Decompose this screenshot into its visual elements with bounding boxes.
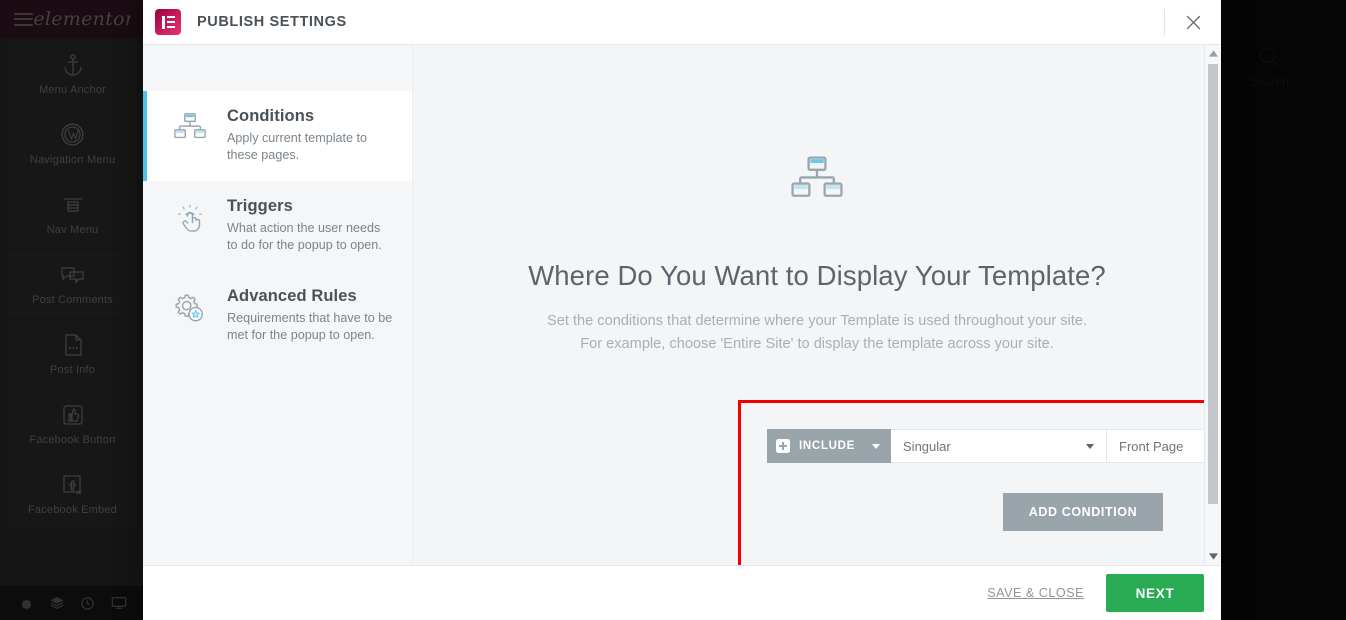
tab-description: Requirements that have to be met for the… (227, 311, 393, 343)
sitemap-icon (169, 107, 211, 163)
tab-conditions[interactable]: Conditions Apply current template to the… (143, 91, 412, 182)
scroll-down-arrow-icon[interactable] (1205, 548, 1221, 565)
tab-description: What action the user needs to do for the… (227, 221, 382, 252)
modal-header-right (1164, 0, 1221, 44)
save-and-close-button[interactable]: SAVE & CLOSE (987, 586, 1084, 600)
tab-title: Advanced Rules (227, 287, 357, 306)
scrollbar-thumb[interactable] (1208, 64, 1218, 504)
tab-title: Triggers (227, 197, 293, 216)
hero-subtitle: Set the conditions that determine where … (413, 310, 1221, 357)
click-hand-icon (169, 197, 211, 253)
add-condition-wrap: ADD CONDITION (741, 493, 1221, 531)
tab-triggers[interactable]: Triggers What action the user needs to d… (143, 181, 412, 271)
scrollbar-track[interactable] (1205, 62, 1221, 548)
hero-subtitle-line-1: Set the conditions that determine where … (546, 313, 1087, 329)
gear-star-icon (169, 287, 211, 343)
screen: elementor Menu Anchor (0, 0, 1346, 620)
content-scrollbar[interactable] (1204, 45, 1221, 565)
condition-row: INCLUDE Singular Front Page (741, 403, 1221, 463)
settings-tabs: Conditions Apply current template to the… (143, 45, 413, 565)
chevron-down-icon (1086, 443, 1095, 449)
page-title: PUBLISH SETTINGS (197, 14, 347, 30)
elementor-logo-icon (155, 9, 181, 35)
publish-settings-modal: PUBLISH SETTINGS Conditions Apply curren… (143, 0, 1221, 620)
condition-type-select[interactable]: Singular (891, 429, 1108, 463)
scroll-up-arrow-icon[interactable] (1205, 45, 1221, 62)
condition-type-value: Singular (903, 438, 951, 454)
modal-header: PUBLISH SETTINGS (143, 0, 1221, 45)
tab-description: Apply current template to these pages. (227, 131, 368, 162)
include-exclude-dropdown[interactable]: INCLUDE (767, 429, 892, 463)
chevron-down-icon (872, 443, 881, 449)
add-condition-button[interactable]: ADD CONDITION (1002, 493, 1164, 531)
sitemap-icon (413, 153, 1221, 208)
conditions-highlight-box: INCLUDE Singular Front Page ADD CONDITIO… (738, 400, 1221, 565)
modal-body: Conditions Apply current template to the… (143, 45, 1221, 565)
tab-title: Conditions (227, 107, 315, 125)
hero-subtitle-line-2: For example, choose 'Entire Site' to dis… (580, 336, 1054, 353)
include-label: INCLUDE (799, 440, 856, 452)
tab-advanced-rules[interactable]: Advanced Rules Requirements that have to… (143, 271, 412, 361)
hero-title: Where Do You Want to Display Your Templa… (528, 260, 1106, 291)
next-button[interactable]: NEXT (1106, 574, 1204, 612)
conditions-panel: Where Do You Want to Display Your Templa… (413, 45, 1221, 565)
plus-icon (776, 439, 790, 453)
close-icon[interactable] (1165, 0, 1221, 45)
modal-footer: SAVE & CLOSE NEXT (143, 565, 1221, 620)
